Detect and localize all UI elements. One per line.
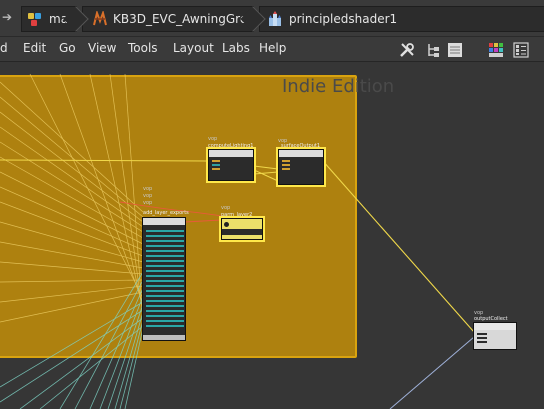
output-collect-node[interactable] (473, 322, 517, 350)
menu-help[interactable]: Help (259, 41, 286, 55)
path-bar: ➔ mat KB3D_EVC_AwningGreenW principledsh… (0, 0, 544, 37)
node-label: add_layer_exports (143, 210, 189, 216)
menu-layout[interactable]: Layout (173, 41, 214, 55)
compute-lighting-node[interactable] (206, 147, 256, 183)
crumb-label: principledshader1 (289, 12, 398, 26)
network-editor[interactable]: Indie Edition vop computeLighting1 vop s… (0, 62, 544, 409)
material-builder-icon (92, 9, 108, 27)
material-network-icon (28, 11, 44, 27)
surface-output-node[interactable] (276, 147, 326, 187)
crumb-mat[interactable]: mat (21, 6, 89, 32)
connection-wires (0, 73, 475, 409)
crumb-principled-shader[interactable]: principledshader1 (259, 6, 544, 32)
back-arrow-icon[interactable]: ➔ (2, 10, 12, 24)
menu-tools[interactable]: Tools (128, 41, 158, 55)
grid-view-icon[interactable] (513, 42, 529, 58)
add-layer-exports-node[interactable] (142, 217, 186, 341)
menu-edit[interactable]: Edit (23, 41, 46, 55)
shader-castle-icon (267, 11, 283, 27)
menu-go[interactable]: Go (59, 41, 76, 55)
menu-file[interactable]: d (0, 41, 8, 55)
tree-icon[interactable] (425, 42, 441, 58)
param-layer-node[interactable] (219, 216, 265, 242)
menu-view[interactable]: View (88, 41, 116, 55)
menu-labs[interactable]: Labs (222, 41, 250, 55)
list-icon[interactable] (447, 42, 463, 58)
wrench-icon[interactable] (399, 42, 415, 58)
color-palette-icon[interactable] (488, 42, 504, 58)
crumb-material-builder[interactable]: KB3D_EVC_AwningGreenW (82, 6, 274, 32)
